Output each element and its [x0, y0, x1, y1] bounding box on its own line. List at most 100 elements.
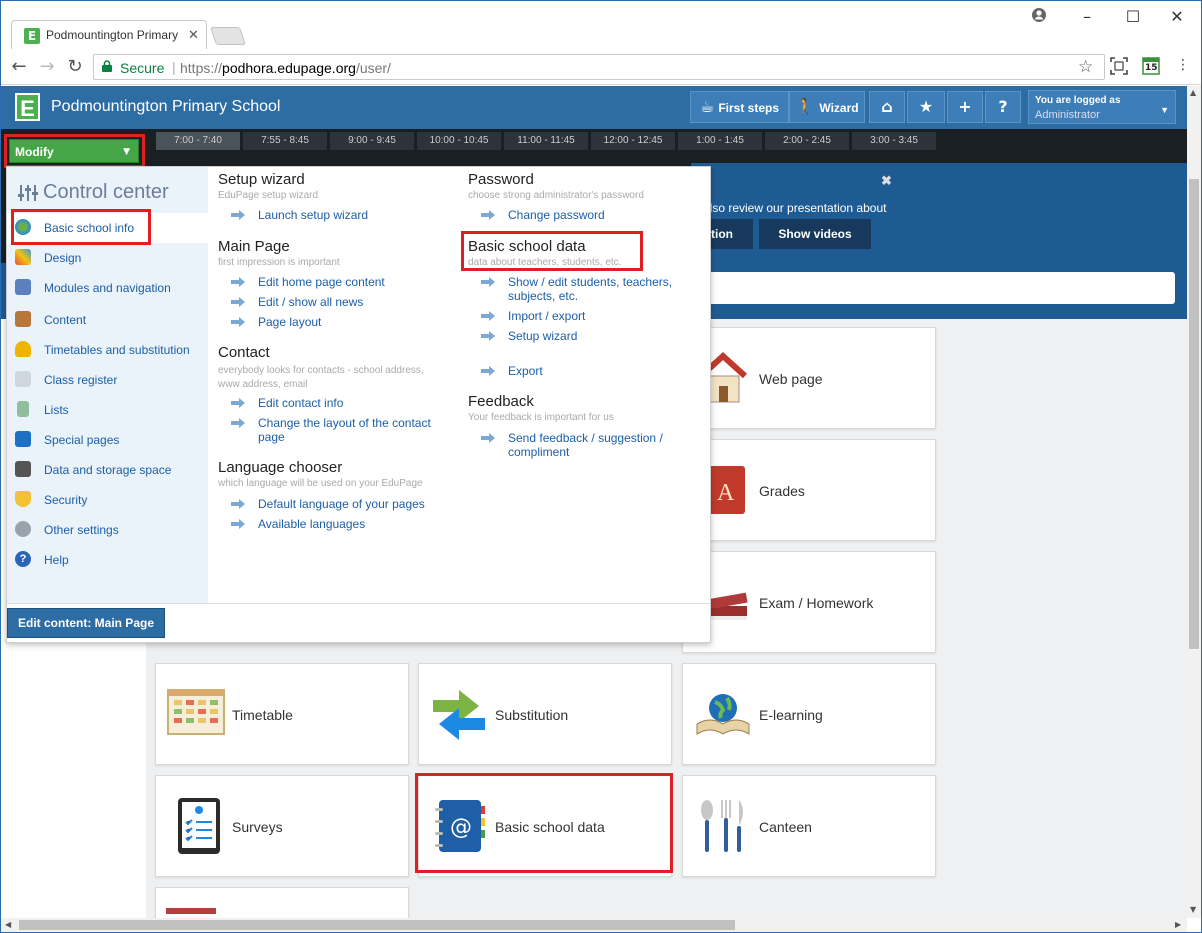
edupage-logo[interactable]: E	[15, 93, 40, 121]
search-input[interactable]	[691, 272, 1175, 304]
link-import-export[interactable]: Import / export	[508, 309, 585, 323]
close-icon[interactable]: ✖	[881, 173, 892, 189]
edit-content-button[interactable]: Edit content: Main Page	[7, 608, 165, 638]
period-slot[interactable]: 12:00 - 12:45	[591, 132, 675, 150]
maximize-icon[interactable]: ☐	[1123, 7, 1143, 26]
link-export[interactable]: Export	[508, 364, 543, 378]
tile-canteen[interactable]: Canteen	[682, 775, 936, 877]
add-button[interactable]: +	[947, 91, 983, 123]
first-steps-button[interactable]: ☕ First steps	[690, 91, 789, 123]
profile-icon[interactable]	[1029, 7, 1049, 27]
calendar-day: 15	[1145, 63, 1158, 73]
arrow-right-icon	[231, 317, 245, 327]
link-default-language[interactable]: Default language of your pages	[258, 497, 425, 511]
horizontal-scroll-thumb[interactable]	[19, 920, 735, 930]
link-launch-setup-wizard[interactable]: Launch setup wizard	[258, 208, 368, 222]
sliders-icon	[18, 185, 38, 201]
wizard-button[interactable]: 🚶 Wizard	[789, 91, 865, 123]
show-videos-button[interactable]: Show videos	[759, 219, 871, 249]
reload-icon[interactable]: ↻	[63, 55, 87, 79]
minimize-icon[interactable]: –	[1077, 7, 1097, 26]
home-button[interactable]: ⌂	[869, 91, 905, 123]
tile-label: Timetable	[232, 707, 293, 723]
address-bar[interactable]: Secure | https://podhora.edupage.org/use…	[93, 54, 1105, 80]
banner-text: also review our presentation about	[703, 201, 887, 215]
back-icon[interactable]: ←	[7, 55, 31, 79]
sidebar-item-timetables[interactable]: Timetables and substitution	[7, 335, 208, 365]
scroll-right-icon[interactable]: ▶	[1175, 920, 1181, 929]
scroll-left-icon[interactable]: ◀	[5, 920, 11, 929]
tile-grades[interactable]: A Grades	[682, 439, 936, 541]
period-slot[interactable]: 1:00 - 1:45	[678, 132, 762, 150]
link-send-feedback[interactable]: Send feedback / suggestion / compliment	[508, 431, 683, 459]
tile-surveys[interactable]: Surveys	[155, 775, 409, 877]
bookmark-star-icon[interactable]: ☆	[1078, 57, 1093, 77]
section-title-password: Password	[468, 171, 534, 188]
sidebar-item-data-storage[interactable]: Data and storage space	[7, 455, 208, 485]
link-contact-layout[interactable]: Change the layout of the contact page	[258, 416, 443, 444]
close-window-icon[interactable]: ✕	[1167, 7, 1187, 26]
sidebar-item-special-pages[interactable]: Special pages	[7, 425, 208, 455]
tile-label: E-learning	[759, 707, 823, 723]
tile-web-page[interactable]: Web page	[682, 327, 936, 429]
tile-substitution[interactable]: Substitution	[418, 663, 672, 765]
tile-exam-homework[interactable]: Exam / Homework	[682, 551, 936, 653]
vertical-scroll-thumb[interactable]	[1189, 179, 1199, 649]
new-tab-button[interactable]	[210, 27, 246, 45]
home-icon: ⌂	[881, 97, 893, 116]
sidebar-item-security[interactable]: Security	[7, 485, 208, 515]
account-menu[interactable]: You are logged as Administrator ▼	[1028, 90, 1176, 124]
link-edit-students-teachers[interactable]: Show / edit students, teachers, subjects…	[508, 275, 698, 303]
scroll-up-icon[interactable]: ▲	[1190, 88, 1196, 97]
tab-close-icon[interactable]: ✕	[188, 27, 199, 43]
link-edit-news[interactable]: Edit / show all news	[258, 295, 363, 309]
forward-icon[interactable]: →	[35, 55, 59, 79]
screenshot-extension-icon[interactable]	[1109, 57, 1129, 77]
help-button[interactable]: ?	[985, 91, 1021, 123]
url-text: https://podhora.edupage.org/user/	[180, 60, 391, 76]
period-slot[interactable]: 11:00 - 11:45	[504, 132, 588, 150]
link-available-languages[interactable]: Available languages	[258, 517, 365, 531]
school-name[interactable]: Podmountington Primary School	[51, 98, 280, 116]
highlight-basic-school-data-section	[461, 231, 643, 271]
sidebar-item-other-settings[interactable]: Other settings	[7, 515, 208, 545]
period-slot[interactable]: 10:00 - 10:45	[417, 132, 501, 150]
link-setup-wizard[interactable]: Setup wizard	[508, 329, 577, 343]
tab-title: Podmountington Primary School	[46, 28, 178, 42]
period-slot[interactable]: 7:00 - 7:40	[156, 132, 240, 150]
tile-label: Canteen	[759, 819, 812, 835]
highlight-basic-school-data-tile	[415, 773, 673, 873]
link-edit-home-page[interactable]: Edit home page content	[258, 275, 385, 289]
sidebar-item-class-register[interactable]: Class register	[7, 365, 208, 395]
browser-tab[interactable]: E Podmountington Primary School ✕	[11, 20, 207, 49]
calendar-extension-icon[interactable]: 15	[1141, 57, 1161, 77]
list-icon	[17, 401, 29, 417]
sidebar-item-help[interactable]: ? Help	[7, 545, 208, 575]
section-subtitle: which language will be used on your EduP…	[218, 478, 423, 489]
tile-label: Surveys	[232, 819, 283, 835]
scroll-down-icon[interactable]: ▼	[1190, 905, 1196, 914]
sidebar-item-lists[interactable]: Lists	[7, 395, 208, 425]
control-center-menu: Control center Basic school info Design …	[6, 166, 711, 643]
link-edit-contact-info[interactable]: Edit contact info	[258, 396, 343, 410]
sidebar-item-design[interactable]: Design	[7, 243, 208, 273]
menu-kebab-icon[interactable]: ⋮	[1173, 57, 1193, 77]
link-change-password[interactable]: Change password	[508, 208, 605, 222]
sidebar-item-modules-navigation[interactable]: Modules and navigation	[7, 273, 208, 303]
sidebar-item-content[interactable]: Content	[7, 305, 208, 335]
logged-label: You are logged as	[1035, 95, 1121, 106]
period-slot[interactable]: 9:00 - 9:45	[330, 132, 414, 150]
period-slot[interactable]: 3:00 - 3:45	[852, 132, 936, 150]
separator: |	[172, 59, 176, 75]
secure-label: Secure	[120, 60, 165, 76]
tile-partial[interactable]	[155, 887, 409, 919]
tile-e-learning[interactable]: E-learning	[682, 663, 936, 765]
section-subtitle: EduPage setup wizard	[218, 190, 319, 201]
arrow-right-icon	[231, 398, 245, 408]
tile-timetable[interactable]: Timetable	[155, 663, 409, 765]
link-page-layout[interactable]: Page layout	[258, 315, 321, 329]
bell-icon	[15, 341, 31, 357]
period-slot[interactable]: 7:55 - 8:45	[243, 132, 327, 150]
period-slot[interactable]: 2:00 - 2:45	[765, 132, 849, 150]
favorites-button[interactable]: ★	[907, 91, 945, 123]
